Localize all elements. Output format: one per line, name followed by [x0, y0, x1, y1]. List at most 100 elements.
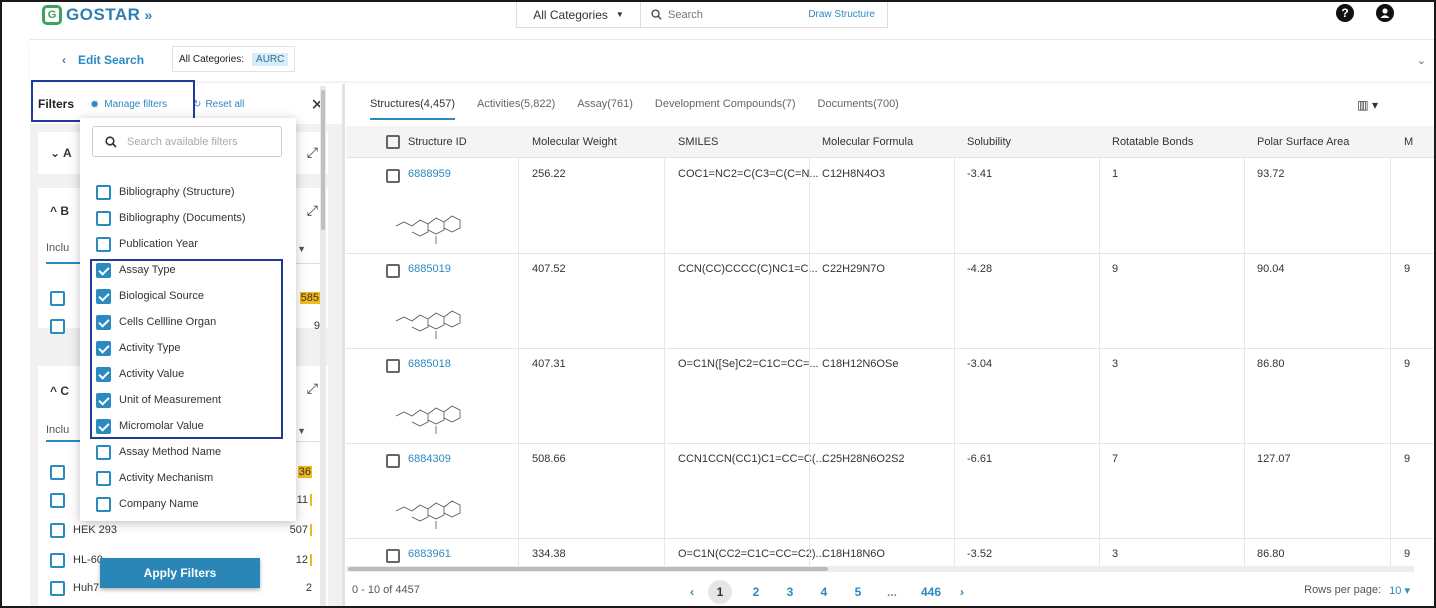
cell-formula: C18H12N6OSe: [822, 358, 899, 370]
table-horizontal-scrollbar[interactable]: [346, 566, 1414, 572]
gostar-logo[interactable]: G GOSTAR »: [42, 5, 152, 25]
page-5[interactable]: 5: [848, 585, 868, 599]
row-checkbox[interactable]: [386, 454, 400, 468]
col-molecular-weight[interactable]: Molecular Weight: [532, 136, 617, 148]
filter-card-a-toggle[interactable]: ⌄ A: [50, 146, 72, 160]
col-solubility[interactable]: Solubility: [967, 136, 1011, 148]
col-molecular-formula[interactable]: Molecular Formula: [822, 136, 913, 148]
option-count: 585: [299, 292, 320, 304]
categories-summary: All Categories: AURC: [172, 46, 296, 72]
tab-structures[interactable]: Structures(4,457): [370, 98, 455, 120]
tab-documents[interactable]: Documents(700): [818, 98, 899, 120]
col-polar-surface-area[interactable]: Polar Surface Area: [1257, 136, 1349, 148]
reset-all-button[interactable]: ↻ Reset all: [193, 99, 244, 110]
filter-card-b-toggle[interactable]: ^ B: [50, 204, 69, 218]
filter-option-bibliography-documents[interactable]: Bibliography (Documents): [96, 208, 246, 228]
col-rotatable-bonds[interactable]: Rotatable Bonds: [1112, 136, 1193, 148]
apply-filters-button[interactable]: Apply Filters: [100, 558, 260, 588]
tab-assay[interactable]: Assay(761): [577, 98, 633, 120]
checkbox[interactable]: [96, 496, 111, 512]
row-checkbox[interactable]: [386, 169, 400, 183]
checkbox[interactable]: [96, 470, 111, 486]
col-more[interactable]: M: [1404, 136, 1413, 148]
page-4[interactable]: 4: [814, 585, 834, 599]
structure-image[interactable]: [386, 376, 476, 436]
checkbox[interactable]: [96, 210, 111, 226]
cell-extra: 9: [1404, 453, 1411, 465]
expand-icon[interactable]: ⤢: [307, 202, 318, 219]
structure-image[interactable]: [386, 281, 476, 341]
structure-id-link[interactable]: 6885019: [408, 263, 451, 275]
checkbox[interactable]: [96, 184, 111, 200]
result-range: 0 - 10 of 4457: [352, 584, 420, 596]
column-toggle-icon[interactable]: ▥ ▾: [1357, 98, 1378, 112]
panel-divider: [342, 84, 345, 606]
edit-search-label: Edit Search: [78, 53, 145, 67]
structure-id-link[interactable]: 6883961: [408, 548, 451, 560]
filter-option-label: Bibliography (Documents): [119, 212, 246, 224]
checkbox[interactable]: [96, 236, 111, 252]
filter-search-field[interactable]: Search available filters: [92, 126, 282, 157]
filter-option-label: Publication Year: [119, 238, 198, 250]
category-chip[interactable]: AURC: [252, 52, 289, 66]
structure-id-link[interactable]: 6888959: [408, 168, 451, 180]
draw-structure-link[interactable]: Draw Structure: [808, 9, 887, 20]
filter-option-label: Assay Method Name: [119, 446, 222, 458]
structure-id-link[interactable]: 6885018: [408, 358, 451, 370]
prev-page-icon[interactable]: ‹: [690, 585, 694, 599]
include-tab[interactable]: Inclu: [46, 242, 69, 254]
page-446[interactable]: 446: [916, 585, 946, 599]
logo-chevron-icon: »: [144, 7, 153, 23]
edit-search-button[interactable]: ‹ Edit Search: [62, 53, 144, 67]
rows-per-page: Rows per page: 10 ▾: [1304, 584, 1410, 597]
cell-smiles: O=C1N(CC2=C1C=CC=C2)...: [678, 548, 825, 560]
next-page-icon[interactable]: ›: [960, 585, 964, 599]
cell-mw: 256.22: [532, 168, 566, 180]
chevron-down-icon[interactable]: ⌄: [1417, 54, 1426, 67]
user-account-icon[interactable]: [1376, 4, 1394, 22]
expand-icon[interactable]: ⤢: [307, 144, 318, 161]
pagination: ‹ 1 2 3 4 5 ... 446 ›: [690, 580, 964, 604]
include-tab[interactable]: Inclu: [46, 424, 69, 436]
row-checkbox[interactable]: [386, 264, 400, 278]
category-select[interactable]: All Categories ▼: [517, 2, 641, 27]
row-checkbox[interactable]: [386, 359, 400, 373]
cell-smiles: CCN(CC)CCCC(C)NC1=C...: [678, 263, 818, 275]
filter-search-placeholder: Search available filters: [127, 135, 238, 148]
checkbox[interactable]: [50, 318, 65, 334]
filter-option-activity-mechanism[interactable]: Activity Mechanism: [96, 468, 213, 488]
filter-scrollbar-thumb[interactable]: [321, 90, 325, 230]
filter-card-c-toggle[interactable]: ^ C: [50, 384, 69, 398]
page-1[interactable]: 1: [708, 580, 732, 604]
checkbox[interactable]: [96, 444, 111, 460]
help-icon[interactable]: ?: [1336, 4, 1354, 22]
cell-extra: 9: [1404, 548, 1411, 560]
row-checkbox[interactable]: [386, 549, 400, 563]
filter-option-assay-method-name[interactable]: Assay Method Name: [96, 442, 221, 462]
tab-activities[interactable]: Activities(5,822): [477, 98, 555, 120]
col-smiles[interactable]: SMILES: [678, 136, 718, 148]
page-2[interactable]: 2: [746, 585, 766, 599]
cell-psa: 90.04: [1257, 263, 1285, 275]
filter-option[interactable]: HEK 293 507: [50, 520, 312, 540]
cell-psa: 86.80: [1257, 358, 1285, 370]
rows-per-page-select[interactable]: 10 ▾: [1389, 584, 1410, 597]
expand-icon[interactable]: ⤢: [307, 380, 318, 397]
col-structure-id[interactable]: Structure ID: [408, 136, 467, 148]
filter-option-company-name[interactable]: Company Name: [96, 494, 198, 514]
select-all-checkbox[interactable]: [386, 135, 400, 149]
filter-option-publication-year[interactable]: Publication Year: [96, 234, 198, 254]
cell-formula: C18H18N6O: [822, 548, 885, 560]
caret-down-icon[interactable]: ▼: [297, 426, 306, 436]
structure-image[interactable]: [386, 186, 476, 246]
page-3[interactable]: 3: [780, 585, 800, 599]
highlight-box: [90, 259, 283, 439]
checkbox[interactable]: [50, 290, 65, 306]
search-input[interactable]: [668, 8, 808, 21]
structure-id-link[interactable]: 6884309: [408, 453, 451, 465]
search-field[interactable]: [641, 8, 808, 21]
filter-option-bibliography-structure[interactable]: Bibliography (Structure): [96, 182, 235, 202]
tab-development-compounds[interactable]: Development Compounds(7): [655, 98, 796, 120]
structure-image[interactable]: [386, 471, 476, 531]
caret-down-icon[interactable]: ▼: [297, 244, 306, 254]
